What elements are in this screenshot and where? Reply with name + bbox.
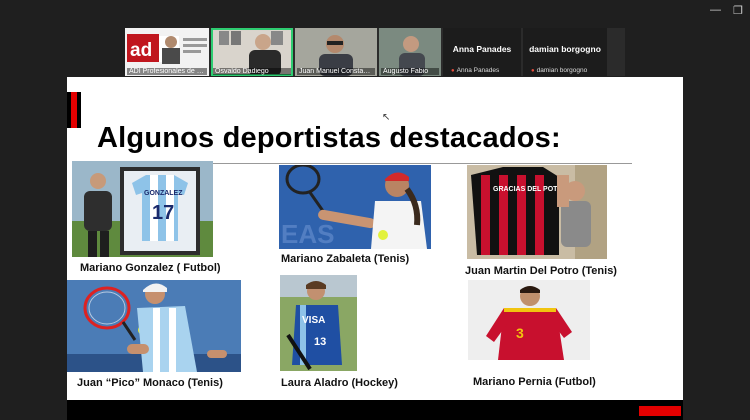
participant-strip: ad ADI Profesionales de la Industria Osv… [125,28,625,76]
mic-muted-icon: ● [451,68,455,74]
minimize-icon[interactable]: — [710,4,721,16]
svg-text:EAS: EAS [281,219,334,249]
tennis-player-photo-icon [67,280,241,372]
athlete-photo: GONZALEZ 17 [72,161,213,257]
athlete-caption: Juan Martin Del Potro (Tenis) [465,265,617,277]
participant-name: Osvaldo Dadiego [213,68,291,75]
athlete-photo: GRACIAS DEL POTRO [467,165,607,259]
athlete-photo [67,280,241,372]
jersey-text: VISA [302,315,325,326]
participant-tile[interactable]: Anna Panades ● Anna Panades [443,28,521,76]
participant-tile[interactable]: Augusto Fabio [379,28,441,76]
jersey-text: GONZALEZ [144,190,183,197]
jersey-number: 17 [152,202,174,224]
athlete-caption: Mariano Pernia (Futbol) [473,376,596,388]
hockey-player-photo-icon: VISA 13 [280,275,357,371]
participant-name: Anna Panades [452,44,512,54]
slide-footer-bar [67,400,683,420]
framed-jersey-photo-icon: GONZALEZ 17 [72,161,213,257]
jersey-number: 13 [314,336,326,348]
athlete-photo: VISA 13 [280,275,357,371]
athlete-photo: EAS [279,165,431,249]
athlete-caption: Laura Aladro (Hockey) [281,377,398,389]
participant-tile[interactable]: ad ADI Profesionales de la Industria [125,28,209,76]
participant-label: ● Anna Panades [451,67,500,74]
athlete-caption: Mariano Gonzalez ( Futbol) [80,262,221,274]
athlete-photo: 3 [468,280,590,360]
participant-name: Augusto Fabio [381,68,439,75]
participant-tile-active[interactable]: Osvaldo Dadiego [211,28,293,76]
fan-shirt-photo-icon: GRACIAS DEL POTRO [467,165,607,259]
participant-tile[interactable]: damian borgogno ● damian borgogno [523,28,607,76]
participant-label: ● damian borgogno [531,67,588,74]
participant-name: damian borgogno [529,44,601,54]
shared-slide: Algunos deportistas destacados: GONZALEZ… [67,77,683,420]
tennis-player-photo-icon: EAS [279,165,431,249]
mic-muted-icon: ● [531,68,535,74]
participant-name: ADI Profesionales de la Industria [127,68,207,75]
footballer-photo-icon: 3 [468,280,590,360]
restore-icon[interactable]: ❐ [733,4,743,17]
participant-tile[interactable]: Juan Manuel Constantin [295,28,377,76]
participant-name: Juan Manuel Constantin [297,68,375,75]
svg-text:ad: ad [130,40,152,61]
slide-accent-bar [67,92,81,128]
athlete-caption: Juan “Pico” Monaco (Tenis) [77,377,223,389]
jersey-number: 3 [516,325,524,341]
slide-title: Algunos deportistas destacados: [97,122,561,154]
mouse-pointer-icon: ↖ [382,112,391,123]
athlete-caption: Mariano Zabaleta (Tenis) [281,253,410,265]
title-divider [212,163,632,164]
